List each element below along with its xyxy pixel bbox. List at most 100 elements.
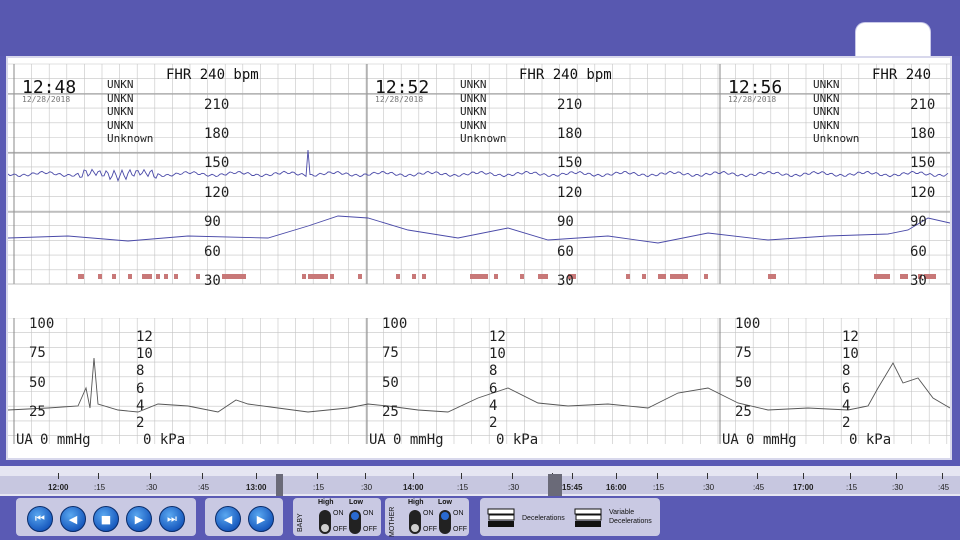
decelerations-label[interactable]: Decelerations	[522, 515, 565, 522]
stop-icon: ■	[100, 512, 112, 526]
timeline-label: :15	[457, 483, 469, 492]
timeline-label: 14:00	[403, 483, 424, 492]
timeline-tick	[150, 473, 151, 479]
timeline-label: 13:00	[246, 483, 267, 492]
timeline-label: :30	[361, 483, 373, 492]
timeline-label: 17:00	[793, 483, 814, 492]
kpa-tick-label: 12	[489, 329, 506, 345]
fhr-tick-label: 30	[910, 273, 927, 289]
kpa-tick-label: 2	[136, 415, 145, 431]
ua-tick-label: 25	[382, 404, 399, 420]
timeline-label: 16:00	[606, 483, 627, 492]
timeline-label: :15	[94, 483, 106, 492]
event-mark	[164, 274, 168, 279]
decelerations-book-icon[interactable]	[486, 506, 516, 530]
skip-back-button[interactable]: ⏮	[27, 506, 53, 532]
event-mark	[422, 274, 426, 279]
skip-forward-button[interactable]: ⏭	[159, 506, 185, 532]
fhr-tick-label: 180	[910, 126, 936, 142]
timeline-tick	[98, 473, 99, 479]
ua-label: UA	[369, 432, 386, 448]
event-mark	[98, 274, 102, 279]
timeline-tick	[512, 473, 513, 479]
mother-low-toggle[interactable]	[439, 510, 451, 534]
timeline-label: :15	[313, 483, 325, 492]
mother-low-on: ON	[453, 510, 464, 517]
timeline-band[interactable]	[0, 476, 960, 494]
timeline-view-marker-end[interactable]	[548, 474, 562, 496]
kpa-tick-label: 6	[136, 381, 145, 397]
event-mark	[768, 274, 776, 279]
fhr-tick-label: 120	[204, 185, 230, 201]
timeline-tick	[942, 473, 943, 479]
timeline-label: 15:45	[562, 483, 583, 492]
fhr-tick-label: 90	[910, 214, 927, 230]
timeline-label: :15	[846, 483, 858, 492]
event-mark	[196, 274, 200, 279]
kpa-tick-label: 4	[489, 398, 498, 414]
baby-low-label: Low	[349, 499, 363, 506]
timeline-tick	[803, 473, 804, 479]
timeline-label: :30	[146, 483, 158, 492]
patient-info: Unknown	[813, 132, 860, 145]
mother-low-label: Low	[438, 499, 452, 506]
rewind-button[interactable]: ◀	[60, 506, 86, 532]
kpa-unit: 0 kPa	[143, 432, 186, 448]
event-mark	[538, 274, 548, 279]
ua-tick-label: 100	[382, 316, 408, 332]
fhr-tick-label: 60	[910, 244, 927, 260]
baby-low-toggle[interactable]	[349, 510, 361, 534]
variable-decelerations-book-icon[interactable]	[573, 506, 603, 530]
patient-info: UNKN	[460, 91, 487, 105]
kpa-tick-label: 8	[136, 363, 145, 379]
mother-high-toggle[interactable]	[409, 510, 421, 534]
patient-info: UNKN	[460, 78, 487, 91]
event-mark	[358, 274, 362, 279]
blank-tab[interactable]	[855, 22, 931, 57]
event-mark	[412, 274, 416, 279]
event-mark	[520, 274, 524, 279]
strip-date: 12/28/2018	[22, 95, 71, 104]
page-forward-button[interactable]: ▶	[248, 506, 274, 532]
play-button[interactable]: ▶	[126, 506, 152, 532]
kpa-tick-label: 10	[489, 346, 506, 362]
patient-info: UNKN	[813, 105, 840, 118]
mother-high-off: OFF	[423, 526, 437, 533]
mother-high-on: ON	[423, 510, 434, 517]
patient-info: Unknown	[107, 132, 154, 145]
ua-tick-label: 75	[735, 345, 752, 361]
timeline-label: :45	[753, 483, 765, 492]
patient-info: UNKN	[460, 105, 487, 118]
ua-tick-label: 25	[29, 404, 46, 420]
kpa-tick-label: 4	[842, 398, 851, 414]
page-back-button[interactable]: ◀	[215, 506, 241, 532]
event-mark	[156, 274, 160, 279]
variable-decelerations-label[interactable]: Decelerations	[609, 518, 652, 525]
kpa-tick-label: 4	[136, 398, 145, 414]
ua-tick-label: 25	[735, 404, 752, 420]
patient-info: UNKN	[813, 91, 840, 105]
kpa-tick-label: 6	[842, 381, 851, 397]
event-mark	[396, 274, 400, 279]
timeline-label: :30	[508, 483, 520, 492]
event-mark	[78, 274, 84, 279]
event-mark	[174, 274, 178, 279]
fhr-tick-label: 210	[910, 97, 936, 113]
kpa-unit: 0 kPa	[496, 432, 539, 448]
fhr-tick-label: 60	[557, 244, 574, 260]
variable-label[interactable]: Variable	[609, 509, 634, 516]
timeline-tick	[616, 473, 617, 479]
fhr-tick-label: 180	[557, 126, 583, 142]
timeline-tick	[461, 473, 462, 479]
mhr-trace	[8, 215, 950, 244]
baby-high-toggle[interactable]	[319, 510, 331, 534]
timeline-tick	[317, 473, 318, 479]
timeline-view-marker-start[interactable]	[276, 474, 283, 496]
stop-button[interactable]: ■	[93, 506, 119, 532]
fhr-tick-label: 30	[204, 273, 221, 289]
baby-low-off: OFF	[363, 526, 377, 533]
baby-label: BABY	[297, 513, 304, 532]
top-bar	[0, 0, 960, 56]
ua-trace	[8, 357, 950, 413]
patient-info: UNKN	[813, 78, 840, 91]
